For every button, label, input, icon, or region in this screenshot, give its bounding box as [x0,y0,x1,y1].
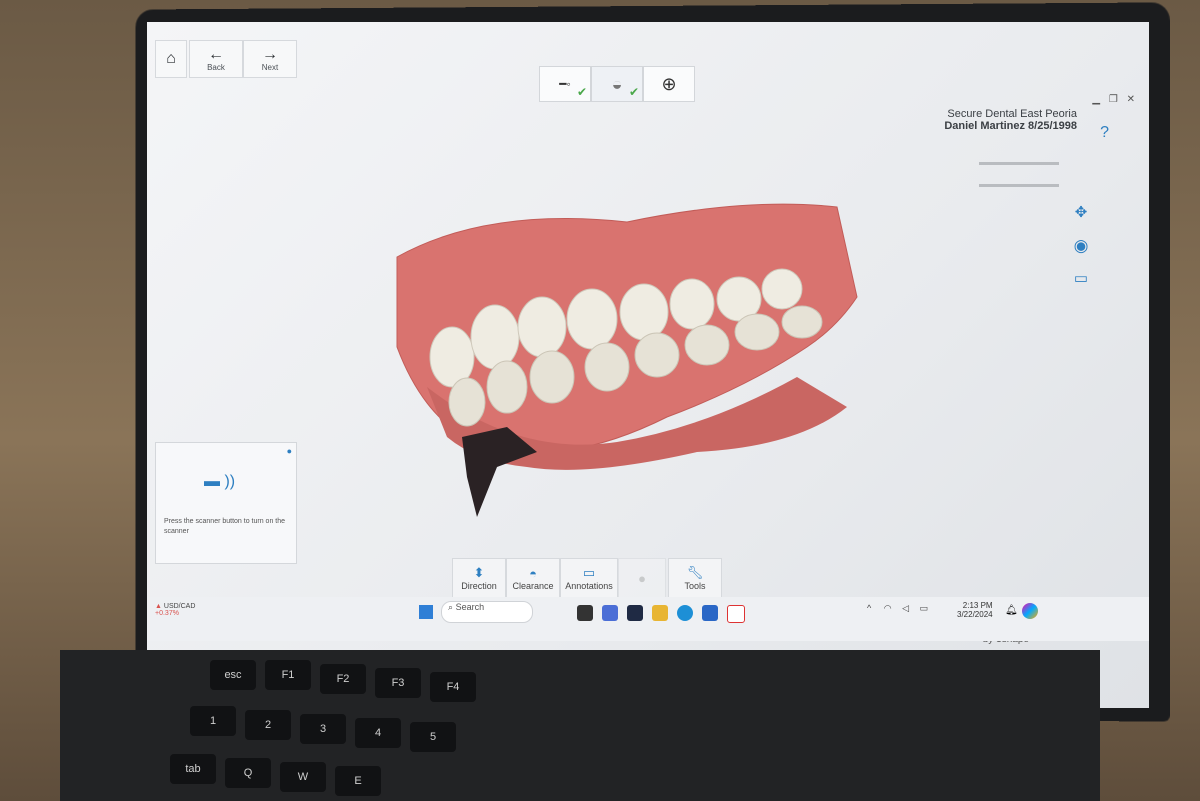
stock-label: USD/CAD [163,603,196,610]
disabled-tool-button[interactable]: ● [618,558,666,598]
chevron-up-icon: ^ [867,603,872,613]
search-box[interactable]: ⌕ Search [441,601,533,623]
terminal-icon[interactable] [577,605,593,621]
wrench-icon: 🔧︎ [686,565,704,580]
taskbar: ▲ USD/CAD +0.37% ⌕ Search ^ ◠ ◁ ▭ 2:13 P… [147,597,1149,641]
volume-icon: ◁ [902,603,910,613]
close-icon[interactable]: ✕ [1127,94,1135,105]
key-e: E [335,766,381,796]
back-label: Back [207,62,225,72]
scanner-tip-lower-icon[interactable] [979,184,1059,187]
clinic-name: Secure Dental East Peoria [947,108,1077,120]
clearance-label: Clearance [512,580,554,591]
scanner-tip-upper-icon[interactable] [979,162,1059,165]
key-3: 3 [300,714,346,744]
annotations-button[interactable]: ▭ Annotations [560,558,618,598]
check-icon: ✔ [576,85,587,99]
3shape-icon[interactable] [727,605,745,623]
circle-icon: ● [638,570,646,586]
app-icon[interactable] [702,605,718,621]
search-placeholder: Search [455,602,485,612]
annotations-label: Annotations [565,581,613,591]
clock-date: 3/22/2024 [957,610,993,619]
color-wheel-icon[interactable]: ◉ [1067,232,1095,260]
minimize-icon[interactable]: ▁ [1092,94,1100,105]
key-2: 2 [245,710,291,740]
key-f1: F1 [265,660,311,690]
key-f2: F2 [320,664,366,694]
system-tray[interactable]: ^ ◠ ◁ ▭ [867,603,928,614]
clearance-button[interactable]: ◓ Clearance [506,558,560,598]
back-button[interactable]: ← Back [189,40,243,78]
folder-icon[interactable] [652,605,668,621]
scanner-wireless-icon: ▬ )) [204,473,236,490]
scanner-message: Press the scanner button to turn on the … [164,518,286,535]
step-scan[interactable]: ━◦ ✔ [539,66,591,102]
start-icon[interactable] [419,605,433,619]
home-button[interactable]: ⌂ [155,40,187,78]
clock-time: 2:13 PM [962,601,993,610]
bell-icon[interactable]: 🔔︎ [1005,605,1018,616]
tools-button[interactable]: 🔧︎ Tools [668,558,722,598]
stock-widget[interactable]: ▲ USD/CAD +0.37% [155,603,195,617]
window-controls: ▁ ❐ ✕ [1092,94,1135,105]
key-esc: esc [210,660,256,690]
tools-label: Tools [684,581,706,591]
arrow-right-icon: → [262,45,278,63]
keyboard: esc F1 F2 F3 F4 1 2 3 4 5 tab Q W E [60,650,1100,801]
edge-icon[interactable] [677,605,693,621]
step-analyze[interactable]: ◒ ✔ [591,66,643,102]
teams-icon[interactable] [602,605,618,621]
add-circle-icon: ⊕ [661,73,677,94]
wifi-icon: ◠ [883,603,892,613]
restore-icon[interactable]: ❐ [1109,94,1118,105]
key-5: 5 [410,722,456,752]
app-window: ⌂ ← Back → Next ━◦ ✔ ◒ ✔ ⊕ ▁ ❐ ✕ Secure … [147,22,1149,708]
patient-name: Daniel Martinez 8/25/1998 [944,120,1077,132]
key-1: 1 [190,706,236,736]
key-f3: F3 [375,668,421,698]
home-icon: ⌂ [166,50,176,67]
store-icon[interactable] [627,605,643,621]
dental-3d-model[interactable] [367,177,887,532]
help-button[interactable]: ? [1100,124,1109,142]
stock-change: +0.37% [155,610,179,617]
clock[interactable]: 2:13 PM 3/22/2024 [957,601,993,619]
key-q: Q [225,758,271,788]
copilot-icon[interactable] [1022,603,1038,619]
step-add[interactable]: ⊕ [643,66,695,102]
arrow-left-icon: ← [208,45,224,63]
chart-icon: ▲ [155,603,162,610]
scanner-icon: ━◦ [559,77,571,91]
close-icon[interactable]: ● [287,446,292,456]
check-icon: ✔ [628,85,639,99]
key-w: W [280,762,326,792]
key-f4: F4 [430,672,476,702]
move-icon[interactable]: ✥ [1067,198,1095,226]
tooth-model-icon: ◒ [611,73,623,94]
comment-icon[interactable]: ▭ [1067,264,1095,292]
direction-label: Direction [461,581,497,591]
patient-info: Secure Dental East Peoria Daniel Martine… [944,108,1077,132]
search-icon: ⌕ [448,602,454,612]
key-4: 4 [355,718,401,748]
clearance-icon: ◓ [529,565,537,581]
direction-button[interactable]: ⬍ Direction [452,558,506,598]
battery-icon: ▭ [919,603,929,613]
next-button[interactable]: → Next [243,40,297,78]
annotation-icon: ▭ [582,565,596,580]
scanner-notification: ● ▬ )) Press the scanner button to turn … [155,442,297,564]
next-label: Next [261,62,279,72]
direction-icon: ⬍ [473,565,485,580]
key-tab: tab [170,754,216,784]
